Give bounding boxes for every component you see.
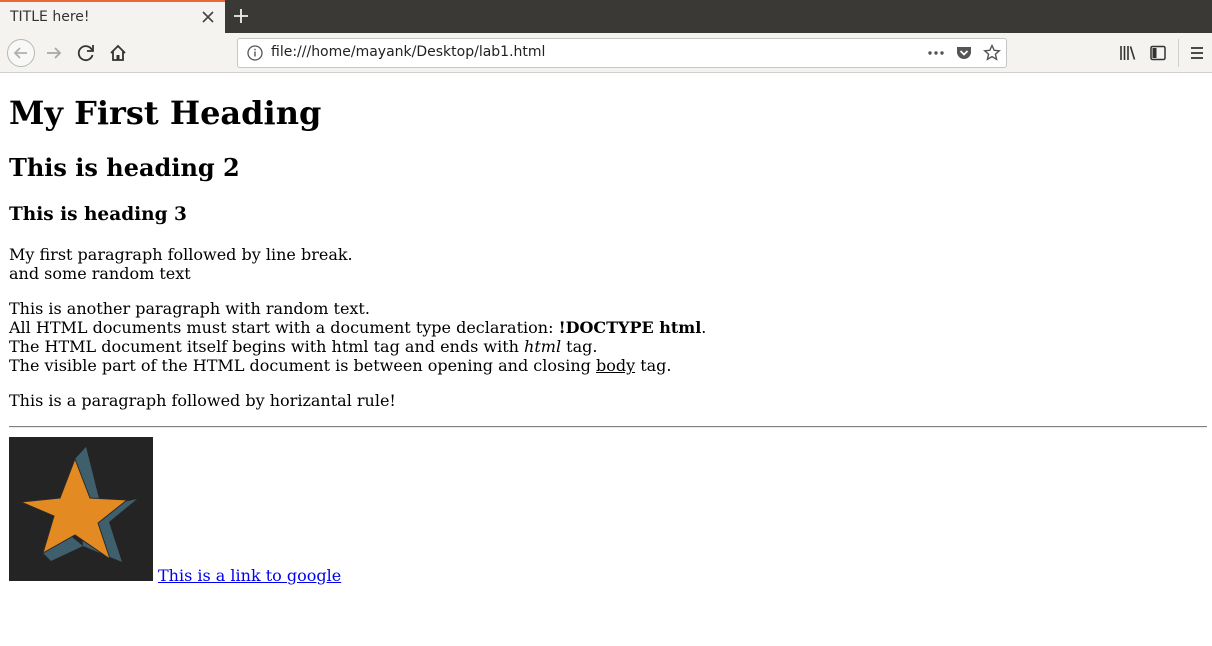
body-underlined-text: body (595, 356, 636, 375)
google-link[interactable]: This is a link to google (158, 566, 341, 585)
paragraph-1-line-2: and some random text (9, 264, 191, 283)
back-arrow-icon[interactable] (6, 38, 36, 68)
tab-bar: TITLE here! (0, 0, 1212, 33)
toolbar-separator (1178, 39, 1179, 67)
paragraph-2-line-4-end: tag. (635, 356, 672, 375)
heading-2: This is heading 2 (9, 153, 240, 182)
ellipsis-icon[interactable] (926, 43, 946, 63)
paragraph-2-line-2: All HTML documents must start with a doc… (9, 318, 706, 337)
close-icon[interactable] (199, 8, 217, 26)
active-tab[interactable]: TITLE here! (0, 0, 225, 33)
paragraph-2-line-3: The HTML document itself begins with htm… (9, 337, 597, 356)
paragraph-3: This is a paragraph followed by horizant… (9, 391, 396, 410)
heading-1: My First Heading (9, 94, 322, 132)
horizontal-rule (9, 426, 1207, 428)
pocket-icon[interactable] (954, 43, 974, 63)
star-icon[interactable] (982, 43, 1002, 63)
paragraph-2-line-2-text: All HTML documents must start with a doc… (9, 318, 559, 337)
html-italic-text: html (524, 337, 562, 356)
tab-title: TITLE here! (10, 9, 90, 25)
home-icon[interactable] (103, 38, 133, 68)
library-icon[interactable] (1112, 38, 1142, 68)
url-text[interactable]: file:///home/mayank/Desktop/lab1.html (271, 44, 545, 60)
star-image (9, 437, 153, 581)
navigation-toolbar: file:///home/mayank/Desktop/lab1.html (0, 33, 1212, 73)
reload-icon[interactable] (71, 38, 101, 68)
url-bar[interactable]: file:///home/mayank/Desktop/lab1.html (237, 38, 1007, 68)
paragraph-2-line-3-text: The HTML document itself begins with htm… (9, 337, 525, 356)
sidebar-icon[interactable] (1143, 38, 1173, 68)
paragraph-2-line-1: This is another paragraph with random te… (9, 299, 370, 318)
doctype-bold-text: !DOCTYPE html (558, 318, 702, 337)
paragraph-1-line-1: My first paragraph followed by line brea… (9, 245, 353, 264)
info-icon[interactable] (245, 43, 265, 63)
paragraph-2-line-4: The visible part of the HTML document is… (9, 356, 672, 375)
paragraph-2-line-2-end: . (701, 318, 707, 337)
hamburger-menu-icon[interactable] (1182, 38, 1212, 68)
paragraph-2-line-4-text: The visible part of the HTML document is… (9, 356, 596, 375)
heading-3: This is heading 3 (9, 204, 187, 225)
paragraph-2-line-3-end: tag. (561, 337, 598, 356)
plus-icon[interactable] (232, 7, 250, 25)
forward-arrow-icon[interactable] (39, 38, 69, 68)
